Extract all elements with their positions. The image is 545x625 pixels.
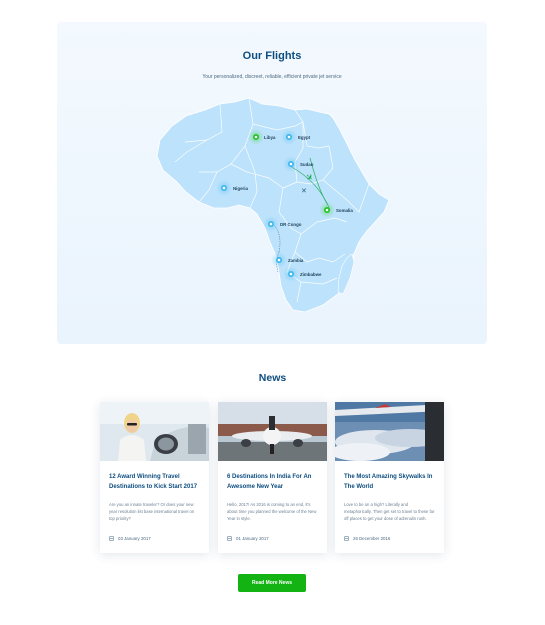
- city-label: Zambia: [288, 258, 304, 263]
- news-card-image[interactable]: [218, 402, 327, 461]
- africa-continent: [156, 97, 390, 313]
- flights-title: Our Flights: [242, 50, 302, 62]
- news-card[interactable]: The Most Amazing Skywalks In The World L…: [335, 402, 444, 553]
- calendar-icon: [344, 535, 349, 541]
- news-card-date: 03 January 2017: [109, 534, 151, 542]
- city-label: Egypt: [298, 135, 311, 140]
- date-text: 01 January 2017: [236, 535, 269, 541]
- date-text: 26 December 2016: [353, 535, 391, 541]
- news-card-image[interactable]: [100, 402, 209, 461]
- date-text: 03 January 2017: [118, 535, 151, 541]
- city-label: Sudan: [300, 162, 314, 167]
- africa-map: ✈ ✕ Libya Egypt Sudan Nigeria Somalia DR…: [156, 97, 390, 313]
- news-card-image[interactable]: [335, 402, 444, 461]
- news-card-excerpt: Hello, 2017! As 2016 is coming to an end…: [227, 502, 317, 521]
- read-more-news-button[interactable]: Read More News: [238, 574, 306, 592]
- news-title: News: [258, 372, 287, 384]
- news-card-title[interactable]: The Most Amazing Skywalks In The World: [344, 473, 436, 492]
- city-label: Somalia: [336, 208, 353, 213]
- news-card-date: 01 January 2017: [227, 534, 269, 542]
- plane-icon: ✕: [301, 188, 307, 195]
- news-card-excerpt: Love to be on a high? Literally and meta…: [344, 502, 435, 521]
- news-card-date: 26 December 2016: [344, 534, 390, 542]
- city-label: Zimbabwe: [300, 272, 322, 277]
- city-label: Nigeria: [233, 186, 248, 191]
- calendar-icon: [109, 535, 114, 541]
- calendar-icon: [227, 535, 232, 541]
- news-card-excerpt: Are you an innate traveler? Or does your…: [109, 502, 195, 521]
- news-card[interactable]: 6 Destinations In India For An Awesome N…: [218, 402, 327, 553]
- city-label: Libya: [264, 135, 276, 140]
- flights-section: ✈ ✕ Libya Egypt Sudan Nigeria Somalia DR…: [57, 22, 487, 344]
- flights-subtitle: Your personalized, discreet, reliable, e…: [202, 74, 342, 80]
- news-card-title[interactable]: 12 Award Winning Travel Destinations to …: [109, 473, 201, 492]
- news-card[interactable]: 12 Award Winning Travel Destinations to …: [100, 402, 209, 553]
- city-label: DR Congo: [280, 222, 302, 227]
- news-card-title[interactable]: 6 Destinations In India For An Awesome N…: [227, 473, 319, 492]
